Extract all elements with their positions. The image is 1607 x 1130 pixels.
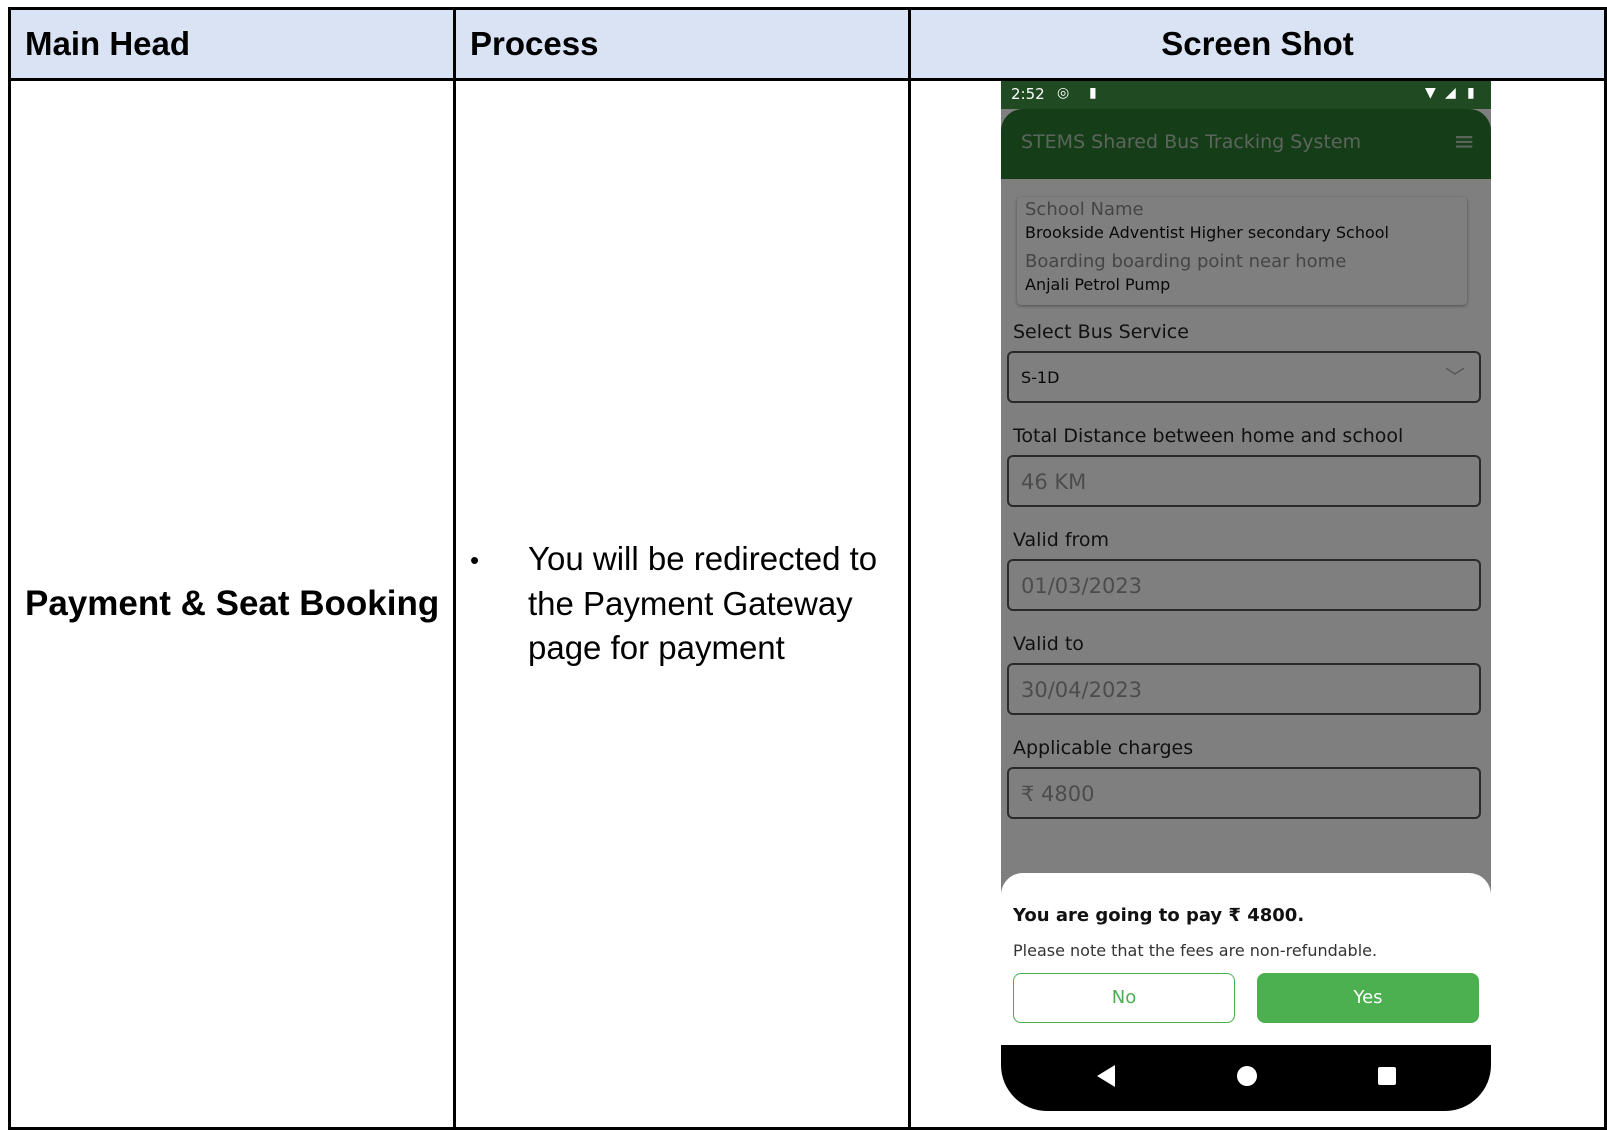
refund-note: Please note that the fees are non-refund… xyxy=(1013,941,1378,960)
status-time: 2:52 xyxy=(1011,85,1045,103)
phone-screenshot: 2:52 ◎ ▮ ▼ ◢ ▮ STEMS Shared Bus Tracking… xyxy=(1001,82,1491,1111)
process-table: Main Head Process Screen Shot Payment & … xyxy=(8,7,1607,1130)
wifi-icon: ▼ xyxy=(1425,85,1436,101)
at-icon: ◎ xyxy=(1057,85,1070,101)
header-row: Main Head Process Screen Shot xyxy=(8,7,1607,81)
signal-icon: ◢ xyxy=(1445,85,1456,101)
main-head-cell: Payment & Seat Booking xyxy=(8,78,456,1130)
recents-nav-icon[interactable] xyxy=(1378,1067,1396,1085)
header-screen-shot: Screen Shot xyxy=(908,7,1607,81)
back-nav-icon[interactable] xyxy=(1097,1065,1115,1087)
header-main-head: Main Head xyxy=(8,7,456,81)
no-button[interactable]: No xyxy=(1013,973,1235,1023)
yes-button[interactable]: Yes xyxy=(1257,973,1479,1023)
table-row: Payment & Seat Booking • You will be red… xyxy=(8,78,1607,1130)
process-list: • You will be redirected to the Payment … xyxy=(470,537,898,671)
list-item: • You will be redirected to the Payment … xyxy=(470,537,898,671)
process-text: You will be redirected to the Payment Ga… xyxy=(528,540,878,667)
screenshot-cell: 2:52 ◎ ▮ ▼ ◢ ▮ STEMS Shared Bus Tracking… xyxy=(908,78,1607,1130)
process-cell: • You will be redirected to the Payment … xyxy=(453,78,911,1130)
header-process: Process xyxy=(453,7,911,81)
status-bar: 2:52 ◎ ▮ ▼ ◢ ▮ xyxy=(1001,82,1491,109)
payment-message: You are going to pay ₹ 4800. xyxy=(1013,905,1305,926)
bullet: • xyxy=(470,545,480,576)
sd-card-icon: ▮ xyxy=(1089,85,1097,101)
payment-confirm-sheet: You are going to pay ₹ 4800. Please note… xyxy=(1001,873,1491,1045)
battery-icon: ▮ xyxy=(1467,85,1475,101)
android-nav-bar xyxy=(1001,1045,1491,1111)
main-head-text: Payment & Seat Booking xyxy=(25,584,440,623)
home-nav-icon[interactable] xyxy=(1237,1066,1257,1086)
